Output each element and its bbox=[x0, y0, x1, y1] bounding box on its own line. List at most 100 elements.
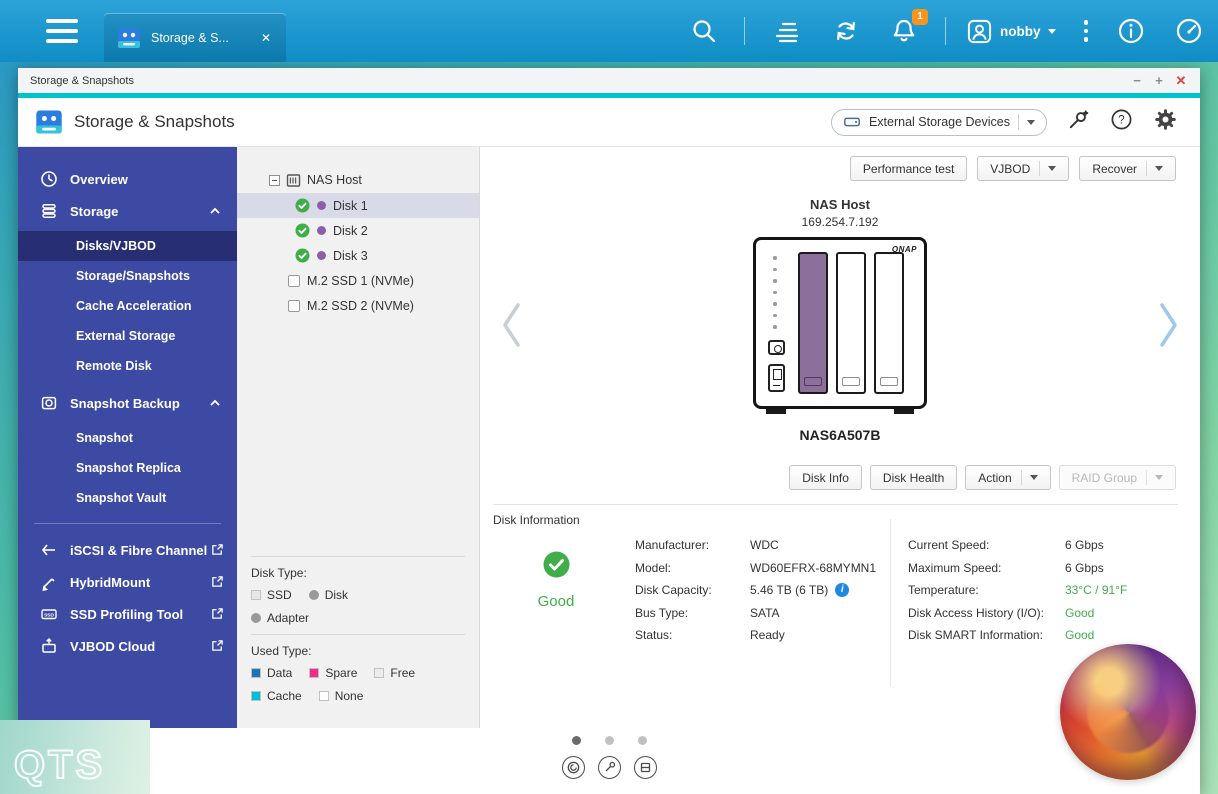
chevron-up-icon bbox=[210, 207, 220, 214]
legend: Disk Type: SSD Disk Adapter Used Type: D… bbox=[237, 547, 479, 728]
performance-test-button[interactable]: Performance test bbox=[849, 156, 968, 181]
carousel-pagination bbox=[18, 728, 1200, 745]
username: nobby bbox=[1000, 23, 1041, 39]
window-titlebar[interactable]: Storage & Snapshots − + ✕ bbox=[18, 68, 1200, 93]
sidebar-item-hybridmount[interactable]: HybridMount bbox=[18, 566, 237, 598]
sidebar-divider bbox=[34, 523, 221, 524]
sidebar-item-storage-snapshots[interactable]: Storage/Snapshots bbox=[18, 261, 237, 291]
recover-dropdown-button[interactable]: Recover bbox=[1079, 156, 1176, 181]
chevron-down-icon bbox=[1029, 475, 1038, 480]
tree-node-label: Disk 2 bbox=[333, 223, 368, 238]
sidebar-item-external-storage[interactable]: External Storage bbox=[18, 321, 237, 351]
sidebar-item-ssd-profiling-tool[interactable]: SSD SSD Profiling Tool bbox=[18, 598, 237, 630]
help-icon[interactable]: ? bbox=[1110, 108, 1133, 136]
tree-node-m2-ssd-2[interactable]: M.2 SSD 2 (NVMe) bbox=[237, 293, 479, 318]
usb-copy-button-graphic bbox=[768, 364, 785, 392]
capacity-info-icon[interactable]: i bbox=[835, 583, 850, 598]
tree-node-disk-3[interactable]: Disk 3 bbox=[237, 243, 479, 268]
tree-node-disk-2[interactable]: Disk 2 bbox=[237, 218, 479, 243]
notification-badge: 1 bbox=[912, 9, 928, 25]
field-label: Disk Capacity: bbox=[635, 583, 712, 598]
troubleshoot-wrench-icon[interactable] bbox=[1067, 108, 1090, 136]
settings-gear-icon[interactable] bbox=[1153, 107, 1178, 137]
field-value: SATA bbox=[750, 605, 780, 620]
raid-group-dropdown-button: RAID Group bbox=[1058, 465, 1176, 490]
taskbar-divider bbox=[945, 17, 946, 45]
disk-health-button[interactable]: Disk Health bbox=[869, 465, 958, 490]
chevron-down-icon bbox=[1155, 475, 1163, 480]
action-dropdown-button[interactable]: Action bbox=[965, 465, 1051, 490]
maximize-button[interactable]: + bbox=[1150, 71, 1168, 91]
field-label: Disk SMART Information: bbox=[908, 628, 1043, 643]
more-options-icon[interactable] bbox=[1083, 20, 1088, 42]
volume-shortcut-icon[interactable] bbox=[633, 756, 657, 779]
sidebar-item-iscsi-fibre-channel[interactable]: iSCSI & Fibre Channel bbox=[18, 534, 237, 566]
chevron-down-icon bbox=[1155, 166, 1163, 171]
field-value: 5.46 TB (6 TB) bbox=[750, 583, 829, 598]
close-button[interactable]: ✕ bbox=[1172, 71, 1190, 91]
info-icon[interactable] bbox=[1116, 16, 1146, 46]
carousel-right-arrow[interactable] bbox=[1156, 299, 1182, 356]
chevron-down-icon bbox=[1047, 28, 1056, 34]
notifications-bell-icon[interactable]: 1 bbox=[889, 9, 928, 46]
user-menu[interactable]: nobby bbox=[966, 18, 1056, 45]
status-good-icon bbox=[543, 551, 569, 578]
sidebar-item-remote-disk[interactable]: Remote Disk bbox=[18, 351, 237, 381]
sidebar-item-vjbod-cloud[interactable]: VJBOD Cloud bbox=[18, 630, 237, 662]
sidebar-item-disks-vjbod[interactable]: Disks/VJBOD bbox=[18, 231, 237, 261]
resource-monitor-icon[interactable] bbox=[1174, 16, 1204, 46]
sidebar-group-storage[interactable]: Storage bbox=[18, 195, 237, 227]
status-good-icon bbox=[295, 248, 310, 263]
tab-close-icon[interactable]: ✕ bbox=[258, 29, 274, 47]
app-icon bbox=[36, 110, 62, 134]
sidebar-item-snapshot-vault[interactable]: Snapshot Vault bbox=[18, 483, 237, 513]
disk-shortcut-icon[interactable] bbox=[597, 756, 621, 779]
storage-snapshots-window: Storage & Snapshots − + ✕ Storage & Snap… bbox=[18, 68, 1200, 794]
sidebar-item-overview[interactable]: Overview bbox=[18, 163, 237, 195]
user-icon bbox=[967, 19, 992, 43]
background-tasks-icon[interactable] bbox=[773, 16, 803, 46]
nas-host-icon bbox=[286, 173, 301, 187]
page-dot-1[interactable] bbox=[571, 736, 581, 745]
search-icon[interactable] bbox=[690, 17, 718, 45]
sidebar-item-snapshot[interactable]: Snapshot bbox=[18, 423, 237, 453]
drive-bay-1[interactable] bbox=[798, 252, 828, 394]
minimize-button[interactable]: − bbox=[1128, 71, 1146, 91]
drive-bay-3[interactable] bbox=[874, 252, 904, 394]
pool-shortcut-icon[interactable] bbox=[561, 756, 585, 779]
sidebar-group-snapshot-backup[interactable]: Snapshot Backup bbox=[18, 387, 237, 419]
field-value: 6 Gbps bbox=[1065, 560, 1104, 575]
sidebar-item-snapshot-replica[interactable]: Snapshot Replica bbox=[18, 453, 237, 483]
taskbar-tab-storage-snapshots[interactable]: Storage & S... ✕ bbox=[104, 13, 286, 62]
external-link-icon bbox=[212, 640, 223, 651]
status-good-icon bbox=[295, 223, 310, 238]
chevron-up-icon bbox=[210, 399, 220, 406]
tree-node-disk-1[interactable]: Disk 1 bbox=[237, 193, 479, 218]
checkbox[interactable] bbox=[288, 274, 300, 287]
sidebar-label: Snapshot Backup bbox=[70, 395, 180, 411]
sync-icon[interactable] bbox=[831, 16, 861, 46]
device-selector-dropdown[interactable]: External Storage Devices bbox=[830, 108, 1047, 136]
storage-app-icon bbox=[118, 27, 140, 48]
nas-front-illustration: QNAP NAS6A507B bbox=[740, 237, 940, 443]
checkbox[interactable] bbox=[288, 299, 300, 312]
sidebar-item-cache-acceleration[interactable]: Cache Acceleration bbox=[18, 291, 237, 321]
window-title: Storage & Snapshots bbox=[30, 74, 134, 87]
led-indicators bbox=[773, 256, 777, 329]
vjbod-dropdown-button[interactable]: VJBOD bbox=[977, 156, 1070, 181]
drive-bay-2[interactable] bbox=[836, 252, 866, 394]
legend-used-type-title: Used Type: bbox=[251, 644, 312, 658]
carousel-left-arrow[interactable] bbox=[498, 299, 524, 356]
tree-node-nas-host[interactable]: NAS Host bbox=[237, 167, 479, 193]
legend-item-ssd: SSD bbox=[251, 588, 292, 602]
tree-node-label: NAS Host bbox=[307, 173, 362, 187]
tree-node-m2-ssd-1[interactable]: M.2 SSD 1 (NVMe) bbox=[237, 268, 479, 293]
page-dot-3[interactable] bbox=[637, 736, 647, 745]
disk-info-button[interactable]: Disk Info bbox=[789, 465, 862, 490]
chevron-down-icon bbox=[1027, 119, 1035, 125]
field-value: WD60EFRX-68MYMN1 bbox=[750, 560, 877, 575]
collapse-toggle-icon[interactable] bbox=[269, 174, 280, 186]
page-dot-2[interactable] bbox=[604, 736, 614, 745]
main-menu-button[interactable] bbox=[46, 19, 80, 49]
legend-swatch bbox=[318, 691, 329, 701]
